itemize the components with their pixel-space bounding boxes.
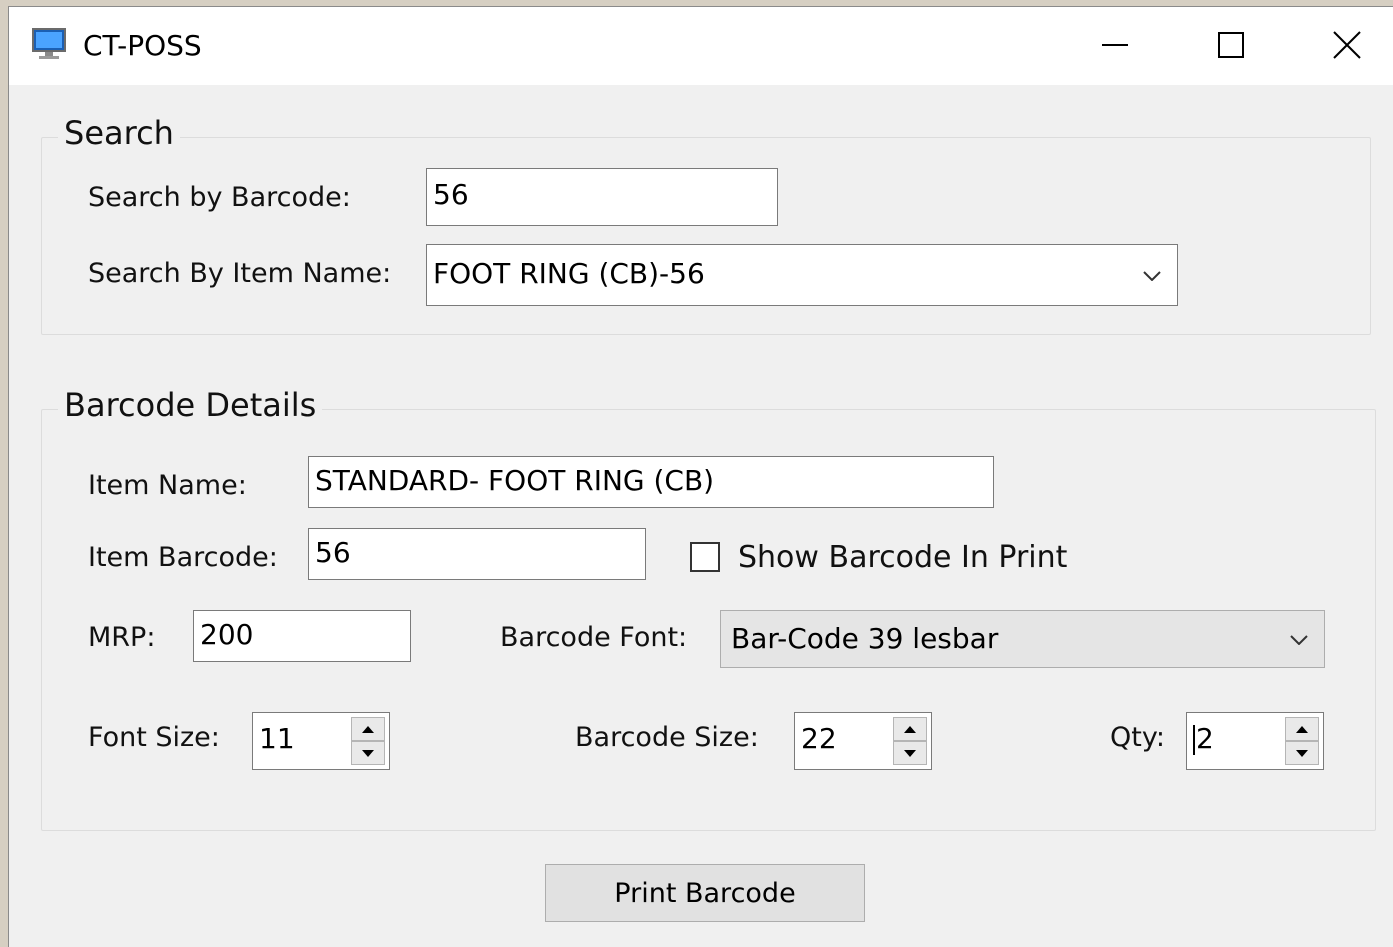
show-barcode-checkbox[interactable]: [690, 542, 720, 572]
monitor-icon: [32, 28, 66, 59]
font-size-spinner[interactable]: 11: [252, 712, 390, 770]
chevron-down-icon: [1290, 635, 1308, 645]
arrow-down-icon: [1296, 749, 1308, 757]
minimize-icon: [1102, 44, 1128, 46]
search-group-title: Search: [58, 114, 180, 152]
font-size-value: 11: [259, 722, 295, 755]
item-name-input[interactable]: STANDARD- FOOT RING (CB): [308, 456, 994, 508]
show-barcode-label[interactable]: Show Barcode In Print: [738, 540, 1067, 575]
chevron-down-icon: [1143, 271, 1161, 281]
spin-up-button[interactable]: [1285, 717, 1319, 741]
font-size-label: Font Size:: [88, 722, 220, 753]
search-item-name-combo[interactable]: FOOT RING (CB)-56: [426, 244, 1178, 306]
arrow-up-icon: [362, 725, 374, 733]
search-item-name-label: Search By Item Name:: [88, 258, 392, 289]
window-title: CT-POSS: [83, 29, 202, 62]
spin-down-button[interactable]: [1285, 741, 1319, 765]
barcode-font-label: Barcode Font:: [500, 622, 688, 653]
mrp-label: MRP:: [88, 622, 156, 653]
mrp-input[interactable]: 200: [193, 610, 411, 662]
arrow-down-icon: [362, 749, 374, 757]
barcode-size-value: 22: [801, 722, 837, 755]
arrow-up-icon: [1296, 725, 1308, 733]
item-name-label: Item Name:: [88, 470, 247, 501]
title-bar[interactable]: CT-POSS: [9, 7, 1393, 85]
barcode-size-label: Barcode Size:: [575, 722, 759, 753]
spin-up-button[interactable]: [351, 717, 385, 741]
barcode-size-spinner[interactable]: 22: [794, 712, 932, 770]
close-icon: [1333, 31, 1361, 59]
search-item-name-value: FOOT RING (CB)-56: [433, 257, 705, 290]
qty-value: 2: [1196, 722, 1214, 755]
print-barcode-button[interactable]: Print Barcode: [545, 864, 865, 922]
spin-down-button[interactable]: [893, 741, 927, 765]
minimize-button[interactable]: [1057, 7, 1173, 83]
barcode-font-value: Bar-Code 39 lesbar: [731, 622, 999, 655]
spin-up-button[interactable]: [893, 717, 927, 741]
item-barcode-label: Item Barcode:: [88, 542, 278, 573]
barcode-details-title: Barcode Details: [58, 386, 323, 424]
search-barcode-label: Search by Barcode:: [88, 182, 351, 213]
maximize-icon: [1218, 32, 1244, 58]
search-barcode-input[interactable]: 56: [426, 168, 778, 226]
qty-spinner[interactable]: 2: [1186, 712, 1324, 770]
arrow-up-icon: [904, 725, 916, 733]
item-barcode-input[interactable]: 56: [308, 528, 646, 580]
barcode-font-combo[interactable]: Bar-Code 39 lesbar: [720, 610, 1325, 668]
qty-label: Qty:: [1110, 722, 1165, 753]
spin-down-button[interactable]: [351, 741, 385, 765]
close-button[interactable]: [1289, 7, 1393, 83]
maximize-button[interactable]: [1173, 7, 1289, 83]
app-window: CT-POSS Search Search by Barcode: 56 Sea…: [8, 6, 1393, 947]
barcode-details-group: Barcode Details Item Name: STANDARD- FOO…: [41, 386, 1376, 831]
text-caret: [1193, 725, 1195, 755]
arrow-down-icon: [904, 749, 916, 757]
search-group: Search Search by Barcode: 56 Search By I…: [41, 114, 1371, 335]
